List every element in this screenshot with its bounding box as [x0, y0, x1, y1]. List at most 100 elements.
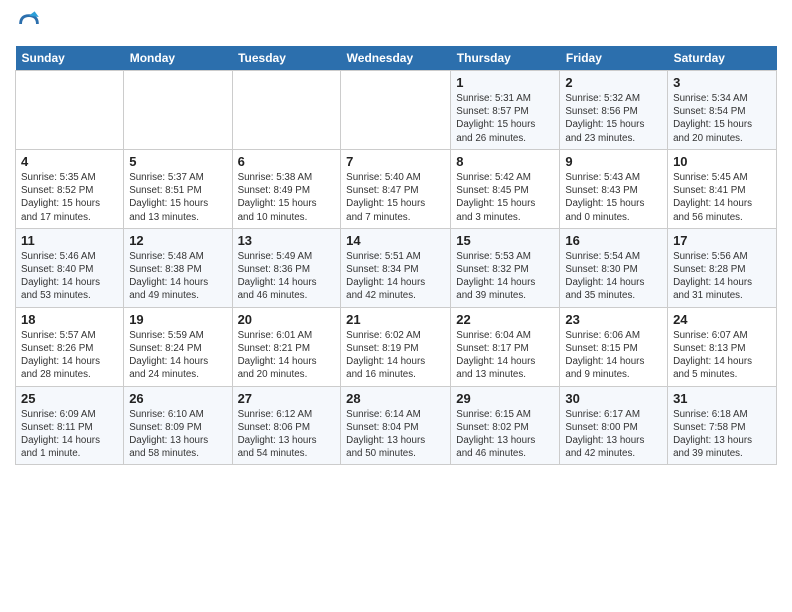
weekday-header: Saturday: [668, 46, 777, 71]
weekday-header: Wednesday: [341, 46, 451, 71]
weekday-header: Monday: [124, 46, 232, 71]
day-number: 19: [129, 312, 226, 327]
day-detail: Sunrise: 6:14 AM Sunset: 8:04 PM Dayligh…: [346, 408, 445, 461]
day-number: 18: [21, 312, 118, 327]
day-number: 29: [456, 391, 554, 406]
day-number: 26: [129, 391, 226, 406]
calendar-cell: 16 Sunrise: 5:54 AM Sunset: 8:30 PM Dayli…: [560, 228, 668, 307]
calendar-cell: 11 Sunrise: 5:46 AM Sunset: 8:40 PM Dayli…: [16, 228, 124, 307]
day-detail: Sunrise: 5:48 AM Sunset: 8:38 PM Dayligh…: [129, 250, 226, 303]
day-detail: Sunrise: 6:06 AM Sunset: 8:15 PM Dayligh…: [565, 329, 662, 382]
calendar-cell: [124, 71, 232, 150]
day-number: 14: [346, 233, 445, 248]
day-detail: Sunrise: 5:49 AM Sunset: 8:36 PM Dayligh…: [238, 250, 336, 303]
calendar-cell: [16, 71, 124, 150]
day-number: 30: [565, 391, 662, 406]
calendar-cell: 23 Sunrise: 6:06 AM Sunset: 8:15 PM Dayli…: [560, 307, 668, 386]
day-number: 17: [673, 233, 771, 248]
day-number: 8: [456, 154, 554, 169]
calendar-week: 11 Sunrise: 5:46 AM Sunset: 8:40 PM Dayli…: [16, 228, 777, 307]
calendar-cell: 3 Sunrise: 5:34 AM Sunset: 8:54 PM Daylig…: [668, 71, 777, 150]
day-detail: Sunrise: 5:54 AM Sunset: 8:30 PM Dayligh…: [565, 250, 662, 303]
calendar-cell: 28 Sunrise: 6:14 AM Sunset: 8:04 PM Dayli…: [341, 386, 451, 465]
day-number: 1: [456, 75, 554, 90]
day-number: 7: [346, 154, 445, 169]
calendar-week: 18 Sunrise: 5:57 AM Sunset: 8:26 PM Dayli…: [16, 307, 777, 386]
logo: [15, 10, 47, 38]
day-number: 13: [238, 233, 336, 248]
weekday-header: Sunday: [16, 46, 124, 71]
calendar-cell: 27 Sunrise: 6:12 AM Sunset: 8:06 PM Dayli…: [232, 386, 341, 465]
day-number: 27: [238, 391, 336, 406]
weekday-header: Friday: [560, 46, 668, 71]
day-detail: Sunrise: 6:18 AM Sunset: 7:58 PM Dayligh…: [673, 408, 771, 461]
day-detail: Sunrise: 5:43 AM Sunset: 8:43 PM Dayligh…: [565, 171, 662, 224]
day-number: 5: [129, 154, 226, 169]
day-detail: Sunrise: 5:46 AM Sunset: 8:40 PM Dayligh…: [21, 250, 118, 303]
calendar-cell: 24Sunrise: 6:07 AM Sunset: 8:13 PM Dayli…: [668, 307, 777, 386]
day-detail: Sunrise: 5:57 AM Sunset: 8:26 PM Dayligh…: [21, 329, 118, 382]
day-detail: Sunrise: 5:53 AM Sunset: 8:32 PM Dayligh…: [456, 250, 554, 303]
calendar-cell: 1 Sunrise: 5:31 AM Sunset: 8:57 PM Daylig…: [451, 71, 560, 150]
logo-icon: [15, 10, 43, 38]
weekday-header: Thursday: [451, 46, 560, 71]
calendar-cell: 22 Sunrise: 6:04 AM Sunset: 8:17 PM Dayli…: [451, 307, 560, 386]
calendar-cell: 7 Sunrise: 5:40 AM Sunset: 8:47 PM Daylig…: [341, 149, 451, 228]
calendar-cell: 5 Sunrise: 5:37 AM Sunset: 8:51 PM Daylig…: [124, 149, 232, 228]
calendar-week: 4Sunrise: 5:35 AM Sunset: 8:52 PM Daylig…: [16, 149, 777, 228]
calendar-cell: 6 Sunrise: 5:38 AM Sunset: 8:49 PM Daylig…: [232, 149, 341, 228]
day-detail: Sunrise: 5:32 AM Sunset: 8:56 PM Dayligh…: [565, 92, 662, 145]
calendar-cell: 4Sunrise: 5:35 AM Sunset: 8:52 PM Daylig…: [16, 149, 124, 228]
calendar-header: SundayMondayTuesdayWednesdayThursdayFrid…: [16, 46, 777, 71]
day-number: 16: [565, 233, 662, 248]
day-number: 28: [346, 391, 445, 406]
day-number: 23: [565, 312, 662, 327]
day-detail: Sunrise: 5:37 AM Sunset: 8:51 PM Dayligh…: [129, 171, 226, 224]
weekday-header: Tuesday: [232, 46, 341, 71]
day-detail: Sunrise: 6:09 AM Sunset: 8:11 PM Dayligh…: [21, 408, 118, 461]
day-number: 6: [238, 154, 336, 169]
day-detail: Sunrise: 5:42 AM Sunset: 8:45 PM Dayligh…: [456, 171, 554, 224]
calendar-cell: 26 Sunrise: 6:10 AM Sunset: 8:09 PM Dayli…: [124, 386, 232, 465]
day-number: 12: [129, 233, 226, 248]
calendar-week: 1 Sunrise: 5:31 AM Sunset: 8:57 PM Daylig…: [16, 71, 777, 150]
day-detail: Sunrise: 6:04 AM Sunset: 8:17 PM Dayligh…: [456, 329, 554, 382]
day-detail: Sunrise: 6:10 AM Sunset: 8:09 PM Dayligh…: [129, 408, 226, 461]
day-number: 15: [456, 233, 554, 248]
calendar-cell: 25Sunrise: 6:09 AM Sunset: 8:11 PM Dayli…: [16, 386, 124, 465]
calendar-cell: 9 Sunrise: 5:43 AM Sunset: 8:43 PM Daylig…: [560, 149, 668, 228]
day-detail: Sunrise: 6:01 AM Sunset: 8:21 PM Dayligh…: [238, 329, 336, 382]
day-detail: Sunrise: 5:31 AM Sunset: 8:57 PM Dayligh…: [456, 92, 554, 145]
calendar-cell: [341, 71, 451, 150]
day-number: 21: [346, 312, 445, 327]
day-number: 4: [21, 154, 118, 169]
calendar-cell: 30 Sunrise: 6:17 AM Sunset: 8:00 PM Dayli…: [560, 386, 668, 465]
day-detail: Sunrise: 6:17 AM Sunset: 8:00 PM Dayligh…: [565, 408, 662, 461]
day-number: 22: [456, 312, 554, 327]
day-number: 9: [565, 154, 662, 169]
day-number: 3: [673, 75, 771, 90]
day-number: 11: [21, 233, 118, 248]
day-detail: Sunrise: 5:45 AM Sunset: 8:41 PM Dayligh…: [673, 171, 771, 224]
day-detail: Sunrise: 6:12 AM Sunset: 8:06 PM Dayligh…: [238, 408, 336, 461]
day-detail: Sunrise: 5:34 AM Sunset: 8:54 PM Dayligh…: [673, 92, 771, 145]
day-number: 10: [673, 154, 771, 169]
day-detail: Sunrise: 6:15 AM Sunset: 8:02 PM Dayligh…: [456, 408, 554, 461]
day-number: 20: [238, 312, 336, 327]
day-detail: Sunrise: 6:02 AM Sunset: 8:19 PM Dayligh…: [346, 329, 445, 382]
day-detail: Sunrise: 5:51 AM Sunset: 8:34 PM Dayligh…: [346, 250, 445, 303]
day-detail: Sunrise: 5:38 AM Sunset: 8:49 PM Dayligh…: [238, 171, 336, 224]
calendar-cell: 31 Sunrise: 6:18 AM Sunset: 7:58 PM Dayli…: [668, 386, 777, 465]
day-number: 31: [673, 391, 771, 406]
calendar-body: 1 Sunrise: 5:31 AM Sunset: 8:57 PM Daylig…: [16, 71, 777, 465]
calendar-cell: 2Sunrise: 5:32 AM Sunset: 8:56 PM Daylig…: [560, 71, 668, 150]
calendar-week: 25Sunrise: 6:09 AM Sunset: 8:11 PM Dayli…: [16, 386, 777, 465]
page-header: [15, 10, 777, 38]
calendar-cell: 8 Sunrise: 5:42 AM Sunset: 8:45 PM Daylig…: [451, 149, 560, 228]
day-detail: Sunrise: 5:40 AM Sunset: 8:47 PM Dayligh…: [346, 171, 445, 224]
calendar-cell: 19 Sunrise: 5:59 AM Sunset: 8:24 PM Dayli…: [124, 307, 232, 386]
day-detail: Sunrise: 5:59 AM Sunset: 8:24 PM Dayligh…: [129, 329, 226, 382]
calendar-cell: [232, 71, 341, 150]
calendar-cell: 12 Sunrise: 5:48 AM Sunset: 8:38 PM Dayli…: [124, 228, 232, 307]
calendar-cell: 13 Sunrise: 5:49 AM Sunset: 8:36 PM Dayli…: [232, 228, 341, 307]
